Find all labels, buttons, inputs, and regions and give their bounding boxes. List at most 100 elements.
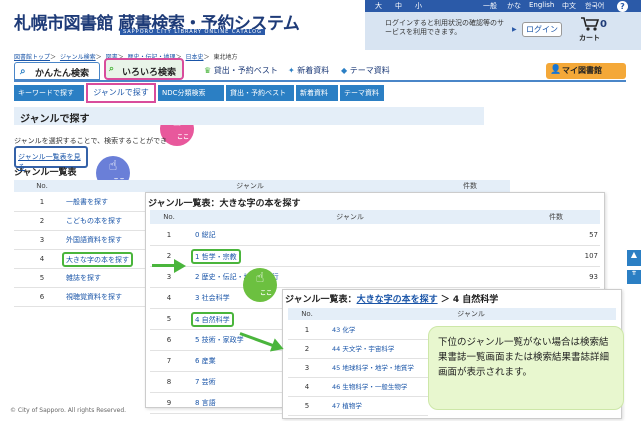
tab-new-items[interactable]: ✦ 新着資料 [288,65,329,76]
genre-link[interactable]: 43 化学 [332,321,355,340]
table-row-no: 7 [166,357,172,365]
font-size-large[interactable]: 大 [375,1,382,11]
hand-label: ここ [258,288,275,297]
my-library-label: マイ図書館 [562,66,602,75]
info-callout: 下位のジャンル一覧がない場合は検索結果書誌一覧画面または検索結果書誌詳細画面が表… [428,326,624,410]
table2-header-no: No. [150,210,188,224]
tab-ranking[interactable]: ♛ 貸出・予約ベスト [204,65,278,76]
genre-link[interactable]: 5 技術・家政学 [195,330,244,351]
tab-divider [14,80,626,82]
arrow-line [152,264,176,267]
table3-title-link[interactable]: 大きな字の本を探す [357,295,438,305]
search-icon: ⌕ [20,66,26,77]
row-divider [150,245,600,246]
tab-theme-label: テーマ資料 [349,66,390,75]
tab-various-search[interactable]: ⌕ いろいろ検索 [104,58,184,80]
search-icon: ⌕ [109,64,115,74]
genre-link[interactable]: 6 産業 [195,351,216,372]
subtab-theme[interactable]: テーマ資料 [340,85,384,101]
table-row-no: 4 [304,383,310,391]
top-utility-bar: 大 中 小 一般 かな English 中文 한국어 [365,0,641,12]
login-button[interactable]: ログイン [522,22,562,37]
tab-simple-search[interactable]: ⌕ かんたん検索 [14,62,100,80]
subtab-ndc[interactable]: NDC分類検索 [158,85,224,101]
table-row-count: 57 [589,231,598,239]
scroll-up-icon[interactable]: ▲ [627,250,641,266]
row-divider [70,249,145,250]
tab-theme[interactable]: ◆ テーマ資料 [341,65,390,76]
breadcrumb-item[interactable]: 図書館トップ [14,54,50,61]
sparkle-icon: ✦ [288,66,295,75]
tab-new-items-label: 新着資料 [297,66,330,75]
lang-general[interactable]: 一般 [483,1,497,11]
table2-header-count: 件数 [512,210,600,224]
table-row-no: 2 [304,345,310,353]
genre-link[interactable]: 3 社会科学 [195,288,230,309]
genre-link[interactable]: 4 自然科学 [191,312,234,327]
genre-link[interactable]: 外国語資料を探す [66,231,122,250]
table-row-no: 3 [14,231,70,250]
page-top-icon[interactable]: ⇈ [627,270,641,284]
table1-header-genre: ジャンル [70,180,430,192]
table3-header-genre: ジャンル [326,308,616,320]
table-row-count: 107 [584,252,598,260]
table-row-no: 4 [166,294,172,302]
login-message: ログインすると利用状況の確認等のサービスを利用できます。 [385,19,504,36]
breadcrumb-current: 東北地方 [213,54,238,61]
table1-header-no: No. [14,180,70,192]
my-library-button[interactable]: 👤 マイ図書館 [546,63,626,79]
table1-title: ジャンル一覧表 [14,168,77,178]
subtab-genre[interactable]: ジャンルで探す [86,83,156,103]
table-row-no: 9 [166,399,172,407]
table3-header-no: No. [288,308,326,320]
genre-link[interactable]: 47 植物学 [332,397,362,416]
table-row-no: 5 [166,315,172,323]
genre-link[interactable]: 0 総記 [195,225,216,246]
genre-link[interactable]: 視聴覚資料を探す [66,288,122,307]
tab-simple-search-label: かんたん検索 [35,69,90,79]
pointer-hand-icon: ☝ ここ [243,268,277,302]
genre-link[interactable]: こどもの本を探す [66,212,122,231]
lang-english[interactable]: English [529,1,554,9]
genre-link[interactable]: 1 哲学・宗教 [191,249,241,264]
table-row-no: 1 [14,193,70,212]
help-icon[interactable]: ? [617,1,628,12]
table-row-no: 3 [304,364,310,372]
lang-kana[interactable]: かな [507,1,521,11]
cart-label[interactable]: カート [579,33,600,43]
genre-link[interactable]: 46 生物科学・一般生物学 [332,378,407,397]
genre-link[interactable]: 大きな字の本を探す [62,252,133,267]
tab-ranking-label: 貸出・予約ベスト [213,66,278,75]
breadcrumb-item[interactable]: ジャンル検索 [60,54,96,61]
table2-title: ジャンル一覧表：大きな字の本を探す [148,199,301,209]
table-row-no: 2 [14,212,70,231]
arrow-right-icon [174,259,186,273]
lang-korean[interactable]: 한국어 [585,1,604,11]
breadcrumb-item[interactable]: 日本史 [186,54,204,61]
tag-icon: ◆ [341,66,348,75]
subtab-ranking[interactable]: 貸出・予約ベスト [226,85,294,101]
table-row-no: 1 [304,326,310,334]
table-row-no: 6 [166,336,172,344]
table1-header-count: 件数 [430,180,510,192]
font-size-small[interactable]: 小 [415,1,422,11]
genre-link[interactable]: 一般書を探す [66,193,108,212]
genre-link[interactable]: 8 言語 [195,393,216,414]
genre-link[interactable]: 雑誌を探す [66,269,101,288]
description-text: ジャンルを選択することで、検索することができ [14,137,168,145]
cart-count: 0 [600,19,607,30]
subtab-keyword[interactable]: キーワードで探す [14,85,84,101]
lang-chinese[interactable]: 中文 [562,1,576,11]
footer-copyright: © City of Sapporo. All rights Reserved. [10,407,127,414]
genre-link[interactable]: 7 芸術 [195,372,216,393]
table-row-no: 8 [166,378,172,386]
subtab-new-items[interactable]: 新着資料 [296,85,338,101]
font-size-medium[interactable]: 中 [395,1,402,11]
table-row-no: 5 [304,402,310,410]
genre-link[interactable]: 44 天文学・宇宙科学 [332,340,394,359]
genre-link[interactable]: 45 地球科学・地学・地質学 [332,359,414,378]
hand-label: ここ [175,132,192,141]
table2-header-genre: ジャンル [188,210,512,224]
table3-title: ジャンル一覧表：大きな字の本を探す ＞ 4 自然科学 [285,292,498,305]
table-row-no: 5 [14,269,70,288]
